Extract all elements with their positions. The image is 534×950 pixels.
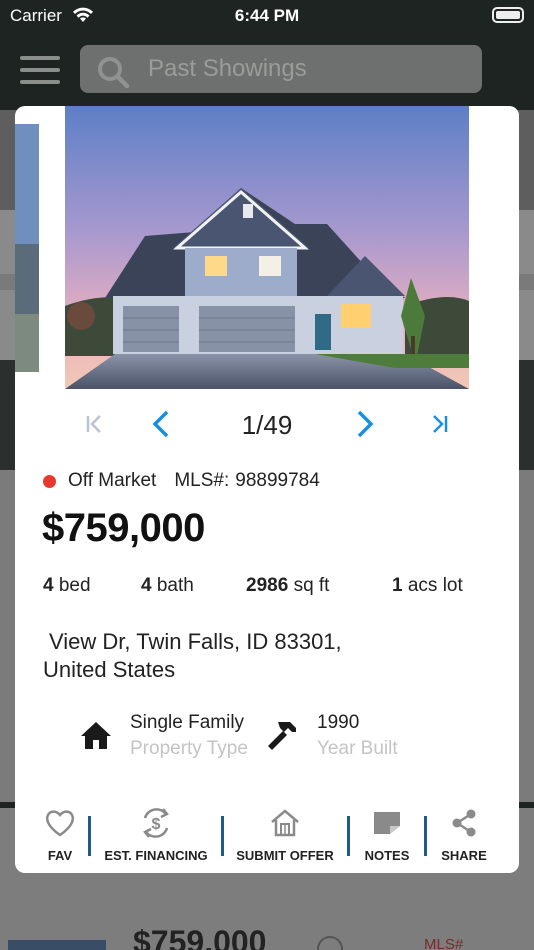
first-photo-button[interactable] [77, 406, 113, 442]
listing-status: Off Market [68, 470, 157, 491]
battery-icon [492, 7, 524, 23]
est-financing-label: EST. FINANCING [104, 848, 208, 863]
lot-label: acs lot [407, 575, 463, 596]
share-icon [450, 806, 478, 840]
status-dot [43, 474, 56, 488]
notes-label: NOTES [364, 848, 410, 863]
baths-label: bath [156, 575, 194, 596]
mls-label: MLS#: [174, 470, 230, 491]
fav-label: FAV [47, 848, 73, 863]
background-thumbnail [8, 940, 106, 950]
notes-button[interactable]: NOTES [361, 806, 413, 868]
mls-number: 98899784 [235, 470, 320, 491]
action-divider [424, 816, 427, 856]
search-input[interactable] [148, 52, 468, 86]
house-offer-icon [270, 806, 300, 840]
sqft-fact: 2986 sq ft [246, 575, 329, 597]
background-price: $759,000 [133, 924, 267, 950]
lot-value: 1 [392, 575, 403, 596]
year-built-label: Year Built [317, 738, 398, 759]
next-photo-peek[interactable] [469, 106, 519, 389]
baths-fact: 4 bath [141, 575, 194, 597]
beds-fact: 4 bed [43, 575, 91, 597]
house-icon [79, 720, 113, 755]
listing-photo[interactable] [65, 106, 469, 389]
listing-status-row: Off Market MLS#: 98899784 [43, 470, 320, 492]
baths-value: 4 [141, 575, 152, 596]
skip-first-icon [86, 415, 101, 433]
next-photo-button[interactable] [347, 406, 383, 442]
hammer-icon [266, 720, 300, 757]
beds-label: bed [58, 575, 91, 596]
share-button[interactable]: SHARE [437, 806, 491, 868]
heart-icon [45, 806, 75, 840]
address-line-2: United States [43, 657, 176, 682]
action-bar: FAV $ EST. FINANCING SUBMIT OFFER NOTES [15, 806, 519, 868]
background-mls: MLS# 98899784 [424, 936, 464, 950]
skip-last-icon [433, 415, 448, 433]
property-details: Single Family Property Type 1990 Year Bu… [79, 710, 459, 766]
menu-icon[interactable] [20, 56, 60, 84]
action-divider [221, 816, 224, 856]
property-type-label: Property Type [130, 738, 248, 759]
sqft-value: 2986 [246, 575, 289, 596]
property-type-value: Single Family [130, 712, 245, 733]
year-built-value: 1990 [317, 712, 360, 733]
share-label: SHARE [441, 848, 487, 863]
notes-icon [372, 806, 402, 840]
status-bar: Carrier 6:44 PM [0, 0, 534, 32]
listing-detail-modal: 1/49 Off Market MLS#: 98899784 $759,000 … [15, 106, 519, 873]
listing-price: $759,000 [42, 506, 205, 550]
action-divider [88, 816, 91, 856]
clock: 6:44 PM [234, 6, 300, 25]
search-icon [96, 55, 130, 94]
est-financing-button[interactable]: $ EST. FINANCING [103, 806, 209, 868]
app-header [0, 32, 534, 110]
address-line-1: View Dr, Twin Falls, ID 83301, [49, 629, 342, 654]
svg-text:$: $ [152, 816, 161, 833]
previous-photo-button[interactable] [143, 406, 179, 442]
photo-pager: 1/49 [15, 398, 519, 450]
fav-button[interactable]: FAV [37, 806, 83, 868]
sqft-label: sq ft [293, 575, 330, 596]
submit-offer-label: SUBMIT OFFER [236, 848, 334, 863]
chevron-right-icon [357, 410, 374, 438]
listing-facts: 4 bed 4 bath 2986 sq ft 1 acs lot [43, 575, 503, 601]
action-divider [347, 816, 350, 856]
lot-fact: 1 acs lot [392, 575, 463, 597]
chevron-left-icon [152, 410, 169, 438]
photo-counter: 1/49 [241, 410, 293, 440]
beds-value: 4 [43, 575, 54, 596]
previous-photo-peek[interactable] [15, 124, 39, 372]
search-bar[interactable] [80, 45, 482, 93]
last-photo-button[interactable] [421, 406, 457, 442]
listing-address: View Dr, Twin Falls, ID 83301, United St… [43, 628, 342, 684]
financing-icon: $ [139, 806, 173, 840]
submit-offer-button[interactable]: SUBMIT OFFER [236, 806, 334, 868]
